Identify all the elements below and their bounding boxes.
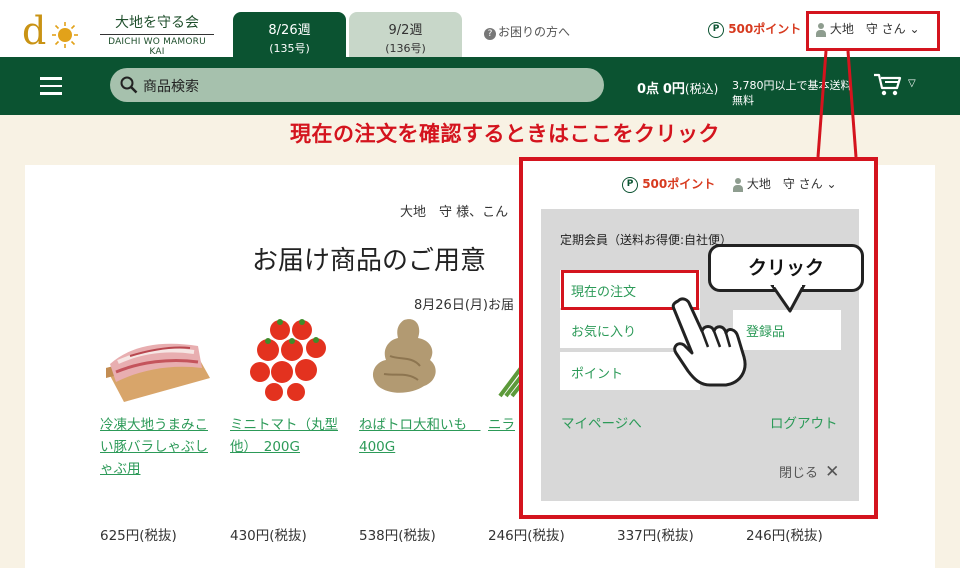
week-issue: (136号) (385, 42, 426, 55)
member-type: 定期会員（送料お得便:自社便） (560, 233, 733, 247)
logo-letter: d (22, 10, 46, 50)
points-icon: P (622, 176, 638, 193)
close-label: 閉じる (779, 466, 819, 481)
close-icon: ✕ (825, 462, 840, 482)
shipping-note: 3,780円以上で基本送料無料 (732, 79, 852, 107)
instruction-callout: 現在の注文を確認するときはここをクリック (290, 122, 720, 146)
search-icon (120, 76, 138, 94)
week-issue: (135号) (269, 42, 310, 55)
brand-name-en: DAICHI WO MAMORU KAI (108, 37, 206, 57)
points-label: 500ポイント (728, 22, 802, 36)
product-price: 337円(税抜) (617, 528, 694, 544)
product-name-link[interactable]: ねばトロ大和いも 400G (359, 414, 481, 458)
greeting-text: 大地 守 様、こん (400, 205, 509, 220)
question-icon: ? (484, 28, 496, 40)
product-price: 625円(税抜) (100, 528, 177, 544)
brand-logo-mark[interactable]: d (22, 9, 80, 53)
product-image-pork[interactable] (100, 316, 212, 402)
tab-week-next[interactable]: 9/2週 (136号) (349, 12, 462, 57)
cart-count: 0点 (637, 82, 660, 97)
help-link[interactable]: ? お困りの方へ (484, 23, 570, 40)
user-menu-highlight-box (806, 11, 940, 51)
search-input[interactable]: 商品検索 (143, 76, 199, 96)
help-label: お困りの方へ (498, 25, 571, 39)
brand-name-jp: 大地を守る会 (100, 12, 214, 35)
bubble-tail (760, 282, 820, 315)
delivery-date: 8月26日(月)お届 (414, 298, 514, 313)
hamburger-menu-icon[interactable] (40, 77, 62, 95)
user-name: 大地 守 さん (746, 177, 823, 191)
user-icon (733, 177, 743, 192)
dropdown-points[interactable]: P 500ポイント (622, 175, 715, 193)
pointing-hand-icon (658, 295, 768, 387)
logout-link[interactable]: ログアウト (770, 412, 838, 432)
product-price: 538円(税抜) (359, 528, 436, 544)
product-image-yam[interactable] (360, 316, 472, 402)
close-button[interactable]: 閉じる ✕ (779, 462, 839, 482)
product-price: 246円(税抜) (746, 528, 823, 544)
header-points[interactable]: P 500ポイント (708, 20, 801, 38)
product-name-link[interactable]: ニラ (488, 414, 520, 436)
cart-icon[interactable] (873, 72, 903, 98)
chevron-down-icon[interactable]: ▽ (908, 78, 916, 89)
week-date: 9/2週 (388, 23, 423, 38)
cart-summary: 0点 0円(税込) (637, 78, 718, 97)
page-headline: お届け商品のご用意 (252, 246, 487, 276)
points-label: 500ポイント (642, 177, 716, 191)
product-price: 430円(税抜) (230, 528, 307, 544)
cart-tax: (税込) (684, 82, 719, 96)
points-icon: P (708, 21, 724, 38)
tab-week-current[interactable]: 8/26週 (135号) (233, 12, 346, 57)
chevron-down-icon: ⌄ (826, 177, 837, 191)
mypage-link[interactable]: マイページへ (561, 412, 642, 432)
product-image-tomato[interactable] (240, 316, 352, 402)
week-date: 8/26週 (268, 23, 311, 38)
cart-amount: 0円 (662, 82, 685, 97)
product-name-link[interactable]: ミニトマト（丸型他） 200G (230, 414, 342, 458)
product-price: 246円(税抜) (488, 528, 565, 544)
product-name-link[interactable]: 冷凍大地うまみこい豚バラしゃぶしゃぶ用 (100, 414, 212, 480)
dropdown-user-toggle[interactable]: 大地 守 さん ⌄ (733, 175, 837, 192)
